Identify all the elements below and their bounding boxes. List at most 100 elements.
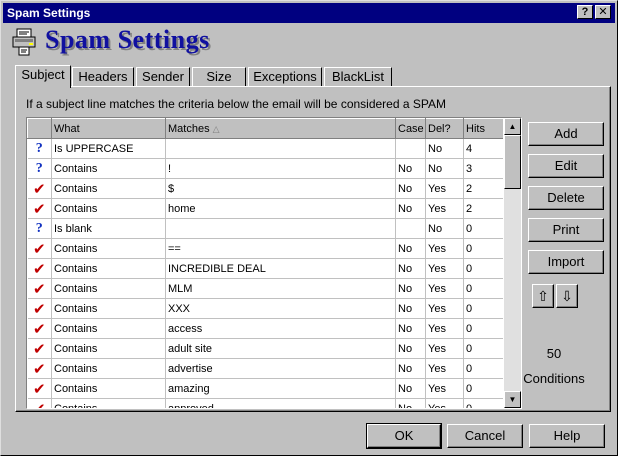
cell-hits: 0 bbox=[463, 378, 503, 399]
cell-case: No bbox=[395, 278, 426, 299]
cell-matches: access bbox=[165, 318, 396, 339]
cell-what: Contains bbox=[51, 298, 166, 319]
table-row[interactable]: ✔ Contains XXX No Yes 0 bbox=[27, 298, 503, 319]
move-down-arrow-icon[interactable]: ⇩ bbox=[556, 284, 578, 308]
col-header-hits[interactable]: Hits bbox=[463, 118, 503, 139]
cell-hits: 0 bbox=[463, 318, 503, 339]
cell-case bbox=[395, 218, 426, 239]
tab-blacklist[interactable]: BlackList bbox=[324, 67, 392, 87]
cell-del: Yes bbox=[425, 398, 464, 408]
tab-exceptions[interactable]: Exceptions bbox=[248, 67, 322, 87]
cell-del: No bbox=[425, 158, 464, 179]
cell-hits: 0 bbox=[463, 358, 503, 379]
spam-app-icon bbox=[12, 28, 36, 56]
table-row[interactable]: ✔ Contains access No Yes 0 bbox=[27, 318, 503, 339]
cancel-button[interactable]: Cancel bbox=[447, 424, 523, 448]
cell-matches: advertise bbox=[165, 358, 396, 379]
table-row[interactable]: ✔ ContainsapprovedNoYes0 bbox=[27, 398, 503, 409]
col-header-del[interactable]: Del? bbox=[425, 118, 464, 139]
scroll-down-icon[interactable]: ▼ bbox=[504, 391, 521, 408]
cell-hits: 2 bbox=[463, 198, 503, 219]
edit-button[interactable]: Edit bbox=[528, 154, 604, 178]
cell-case: No bbox=[395, 238, 426, 259]
table-row[interactable]: ? Is UPPERCASE No 4 bbox=[27, 138, 503, 159]
row-status-cell: ✔ bbox=[27, 278, 52, 299]
table-row[interactable]: ✔ Contains $ No Yes 2 bbox=[27, 178, 503, 199]
cell-what: Contains bbox=[51, 158, 166, 179]
scroll-up-icon[interactable]: ▲ bbox=[504, 118, 521, 135]
row-status-cell: ✔ bbox=[27, 198, 52, 219]
cell-hits: 0 bbox=[463, 218, 503, 239]
cell-hits: 0 bbox=[463, 278, 503, 299]
cell-hits: 0 bbox=[463, 338, 503, 359]
tab-subject[interactable]: Subject bbox=[15, 65, 71, 88]
table-row[interactable]: ✔ Contains adult site No Yes 0 bbox=[27, 338, 503, 359]
col-header-what[interactable]: What bbox=[51, 118, 166, 139]
table-row[interactable]: ✔ Contains home No Yes 2 bbox=[27, 198, 503, 219]
cell-matches bbox=[165, 138, 396, 159]
cell-del: Yes bbox=[425, 378, 464, 399]
tab-size[interactable]: Size bbox=[192, 67, 246, 87]
cell-what: Contains bbox=[51, 398, 166, 408]
row-status-cell: ? bbox=[27, 158, 52, 179]
row-status-cell: ✔ bbox=[27, 398, 52, 409]
check-icon: ✔ bbox=[32, 300, 46, 318]
tab-headers[interactable]: Headers bbox=[72, 67, 134, 87]
window-title: Spam Settings bbox=[7, 6, 91, 20]
cell-case: No bbox=[395, 358, 426, 379]
delete-button[interactable]: Delete bbox=[528, 186, 604, 210]
subject-tab-panel: If a subject line matches the criteria b… bbox=[15, 86, 611, 412]
move-up-arrow-icon[interactable]: ⇧ bbox=[532, 284, 554, 308]
check-icon: ✔ bbox=[32, 320, 46, 338]
ok-button[interactable]: OK bbox=[366, 423, 442, 449]
conditions-grid[interactable]: What Matches △ Case Del? Hits ? Is UPPERCA… bbox=[26, 117, 522, 409]
info-text: If a subject line matches the criteria b… bbox=[26, 97, 446, 111]
row-status-cell: ✔ bbox=[27, 378, 52, 399]
help-button[interactable]: Help bbox=[529, 424, 605, 448]
cell-hits: 0 bbox=[463, 398, 503, 408]
cell-matches: MLM bbox=[165, 278, 396, 299]
cell-what: Contains bbox=[51, 178, 166, 199]
cell-what: Is blank bbox=[51, 218, 166, 239]
table-row[interactable]: ✔ Contains == No Yes 0 bbox=[27, 238, 503, 259]
table-row[interactable]: ? Contains! No No 3 bbox=[27, 158, 503, 179]
cell-del: Yes bbox=[425, 238, 464, 259]
check-icon: ✔ bbox=[32, 240, 46, 258]
table-row[interactable]: ? Is blank No 0 bbox=[27, 218, 503, 239]
cell-del: Yes bbox=[425, 198, 464, 219]
check-icon: ✔ bbox=[32, 380, 46, 398]
conditions-count: 50 bbox=[546, 346, 562, 361]
cell-del: Yes bbox=[425, 178, 464, 199]
table-row[interactable]: ✔ Contains amazing No Yes 0 bbox=[27, 378, 503, 399]
row-status-cell: ✔ bbox=[27, 298, 52, 319]
spam-settings-window: Spam Settings ? ✕ Spam Settings Subject … bbox=[0, 0, 618, 456]
import-button[interactable]: Import bbox=[528, 250, 604, 274]
tab-sender[interactable]: Sender bbox=[136, 67, 190, 87]
add-button-label: Add bbox=[554, 126, 578, 141]
cell-what: Contains bbox=[51, 378, 166, 399]
help-title-button[interactable]: ? bbox=[577, 5, 593, 19]
check-icon: ✔ bbox=[32, 360, 46, 378]
row-status-cell: ✔ bbox=[27, 338, 52, 359]
scroll-thumb[interactable] bbox=[504, 135, 521, 189]
check-icon: ✔ bbox=[33, 401, 46, 409]
title-bar: Spam Settings ? ✕ bbox=[3, 3, 615, 23]
close-title-button[interactable]: ✕ bbox=[595, 5, 611, 19]
ok-button-label: OK bbox=[394, 428, 414, 443]
cell-matches: ! bbox=[165, 158, 396, 179]
print-button[interactable]: Print bbox=[528, 218, 604, 242]
vertical-scrollbar[interactable]: ▲ ▼ bbox=[504, 118, 521, 408]
col-header-icon[interactable] bbox=[27, 118, 52, 139]
cell-matches: home bbox=[165, 198, 396, 219]
print-button-label: Print bbox=[552, 222, 580, 237]
cell-what: Contains bbox=[51, 318, 166, 339]
cell-what: Contains bbox=[51, 358, 166, 379]
table-row[interactable]: ✔ Contains advertise No Yes 0 bbox=[27, 358, 503, 379]
add-button[interactable]: Add bbox=[528, 122, 604, 146]
col-header-matches[interactable]: Matches △ bbox=[165, 118, 396, 139]
col-header-case[interactable]: Case bbox=[395, 118, 426, 139]
col-header-matches-label: Matches bbox=[168, 122, 210, 135]
table-row[interactable]: ✔ Contains INCREDIBLE DEAL No Yes 0 bbox=[27, 258, 503, 279]
cell-matches: INCREDIBLE DEAL bbox=[165, 258, 396, 279]
table-row[interactable]: ✔ Contains MLM No Yes 0 bbox=[27, 278, 503, 299]
